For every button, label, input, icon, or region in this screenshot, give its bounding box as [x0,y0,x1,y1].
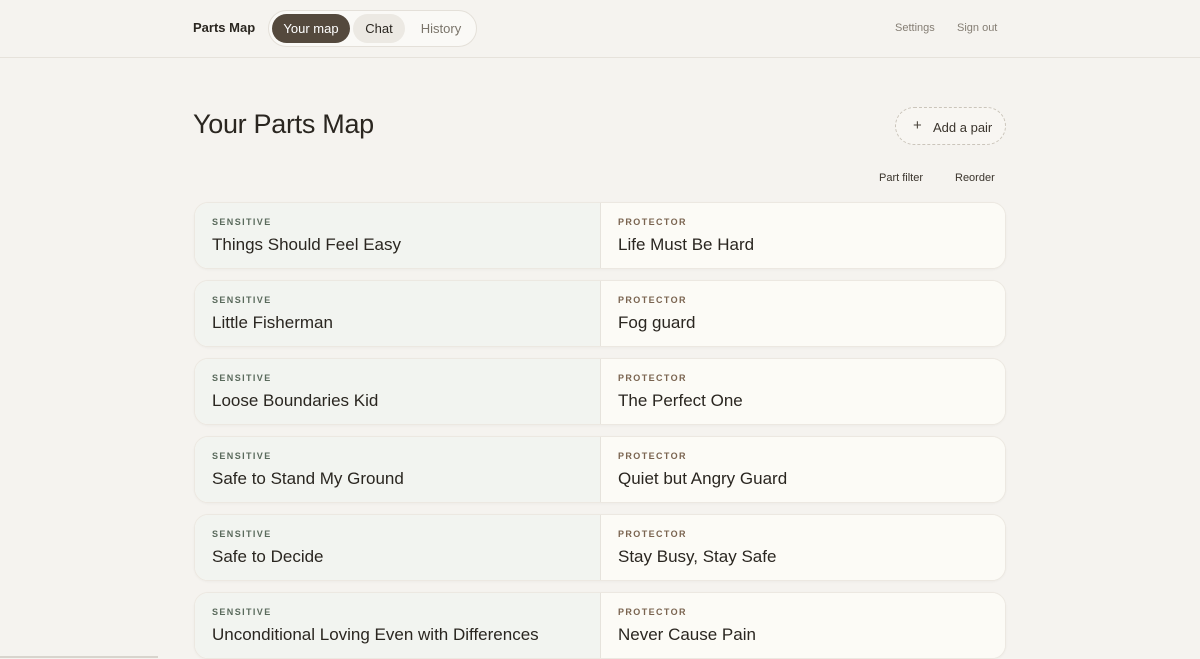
add-pair-button[interactable]: + Add a pair [895,107,1006,145]
protector-part-cell[interactable]: PROTECTOR Stay Busy, Stay Safe [601,515,1005,580]
sensitive-part-name: Little Fisherman [212,313,333,332]
sensitive-part-name: Unconditional Loving Even with Differenc… [212,625,539,644]
tab-your-map[interactable]: Your map [272,14,350,43]
protector-tag: PROTECTOR [618,529,687,539]
sensitive-part-cell[interactable]: SENSITIVE Unconditional Loving Even with… [195,593,601,658]
sensitive-part-name: Safe to Decide [212,547,324,566]
protector-tag: PROTECTOR [618,451,687,461]
protector-part-cell[interactable]: PROTECTOR Fog guard [601,281,1005,346]
part-filter-button[interactable]: Part filter [879,172,923,184]
protector-tag: PROTECTOR [618,217,687,227]
protector-tag: PROTECTOR [618,295,687,305]
sensitive-tag: SENSITIVE [212,451,272,461]
settings-link[interactable]: Settings [895,22,935,34]
pair-row[interactable]: SENSITIVE Safe to Decide PROTECTOR Stay … [194,514,1006,581]
page-title: Your Parts Map [193,109,374,139]
sensitive-part-name: Safe to Stand My Ground [212,469,404,488]
pair-row[interactable]: SENSITIVE Loose Boundaries Kid PROTECTOR… [194,358,1006,425]
sensitive-part-cell[interactable]: SENSITIVE Little Fisherman [195,281,601,346]
protector-part-cell[interactable]: PROTECTOR The Perfect One [601,359,1005,424]
protector-part-cell[interactable]: PROTECTOR Life Must Be Hard [601,203,1005,268]
protector-part-name: The Perfect One [618,391,743,410]
tab-history[interactable]: History [409,14,473,43]
protector-tag: PROTECTOR [618,373,687,383]
pair-row[interactable]: SENSITIVE Things Should Feel Easy PROTEC… [194,202,1006,269]
sensitive-part-cell[interactable]: SENSITIVE Things Should Feel Easy [195,203,601,268]
pair-row[interactable]: SENSITIVE Unconditional Loving Even with… [194,592,1006,659]
sensitive-part-name: Things Should Feel Easy [212,235,401,254]
protector-part-name: Never Cause Pain [618,625,756,644]
add-pair-label: Add a pair [933,120,993,135]
sign-out-link[interactable]: Sign out [957,22,997,34]
top-navigation-bar: Parts Map Your map Chat History Settings… [0,0,1200,58]
brand-logo-text[interactable]: Parts Map [193,20,255,35]
protector-part-name: Quiet but Angry Guard [618,469,788,488]
sensitive-tag: SENSITIVE [212,607,272,617]
sensitive-part-cell[interactable]: SENSITIVE Safe to Stand My Ground [195,437,601,502]
sensitive-tag: SENSITIVE [212,529,272,539]
protector-part-cell[interactable]: PROTECTOR Never Cause Pain [601,593,1005,658]
plus-icon: + [913,117,922,134]
protector-part-name: Life Must Be Hard [618,235,755,254]
protector-part-cell[interactable]: PROTECTOR Quiet but Angry Guard [601,437,1005,502]
sensitive-part-name: Loose Boundaries Kid [212,391,379,410]
protector-tag: PROTECTOR [618,607,687,617]
sensitive-part-cell[interactable]: SENSITIVE Safe to Decide [195,515,601,580]
pair-row[interactable]: SENSITIVE Little Fisherman PROTECTOR Fog… [194,280,1006,347]
pair-row[interactable]: SENSITIVE Safe to Stand My Ground PROTEC… [194,436,1006,503]
sensitive-tag: SENSITIVE [212,373,272,383]
tab-chat[interactable]: Chat [353,14,405,43]
protector-part-name: Stay Busy, Stay Safe [618,547,777,566]
sensitive-tag: SENSITIVE [212,217,272,227]
reorder-button[interactable]: Reorder [955,172,995,184]
sensitive-tag: SENSITIVE [212,295,272,305]
sensitive-part-cell[interactable]: SENSITIVE Loose Boundaries Kid [195,359,601,424]
protector-part-name: Fog guard [618,313,696,332]
main-nav-tabs: Your map Chat History [268,10,477,47]
